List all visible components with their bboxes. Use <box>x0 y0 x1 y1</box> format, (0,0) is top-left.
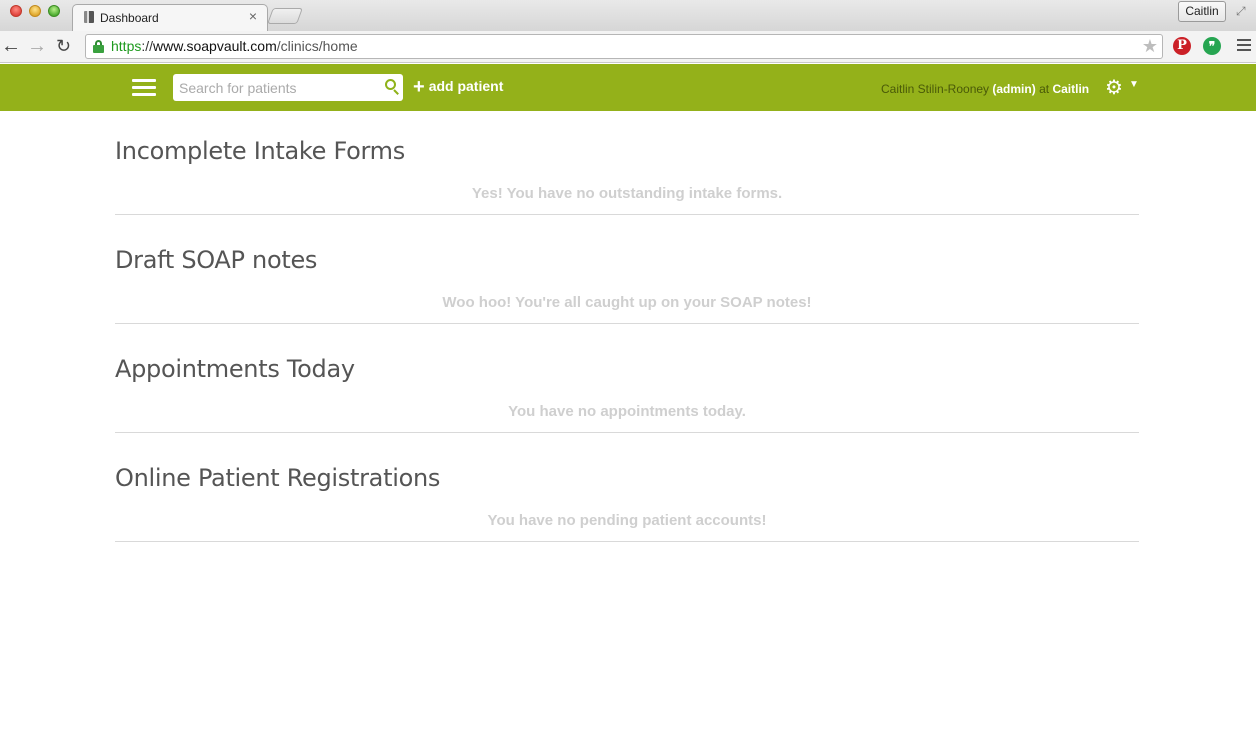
section-title: Draft SOAP notes <box>115 246 318 274</box>
patient-search-input[interactable] <box>173 74 373 101</box>
empty-message: You have no pending patient accounts! <box>487 512 767 529</box>
new-tab-button[interactable] <box>267 8 303 24</box>
back-arrow-icon[interactable]: ← <box>1 34 21 58</box>
empty-message: You have no appointments today. <box>508 403 746 420</box>
hamburger-menu-icon[interactable] <box>132 79 156 97</box>
pinterest-icon[interactable]: P <box>1173 37 1191 55</box>
empty-message: Yes! You have no outstanding intake form… <box>471 185 783 202</box>
url-scheme: https <box>111 38 142 54</box>
window-minimize-button[interactable] <box>29 5 41 17</box>
empty-message: Woo hoo! You're all caught up on your SO… <box>442 294 812 311</box>
section-title: Incomplete Intake Forms <box>115 137 405 165</box>
section-title: Appointments Today <box>115 355 355 383</box>
browser-tab[interactable]: Dashboard × <box>72 4 268 32</box>
bookmark-star-icon[interactable]: ★ <box>1142 36 1158 57</box>
incomplete-intake-forms-section: Incomplete Intake Forms Yes! You have no… <box>115 137 1139 215</box>
forward-arrow-icon[interactable]: → <box>27 34 47 58</box>
url-separator: :// <box>141 38 154 54</box>
window-zoom-button[interactable] <box>48 5 60 17</box>
user-info: Caitlin Stilin-Rooney (admin) at Caitlin <box>881 82 1089 96</box>
url-text[interactable]: https://www.soapvault.com/clinics/home <box>111 38 358 54</box>
plus-icon: + <box>413 76 425 98</box>
clinic-name[interactable]: Caitlin <box>1052 82 1089 96</box>
url-path: /clinics/home <box>276 38 358 54</box>
profile-button[interactable]: Caitlin <box>1178 1 1226 22</box>
user-name[interactable]: Caitlin Stilin-Rooney <box>881 82 989 96</box>
fullscreen-icon[interactable]: ⤢ <box>1236 4 1246 19</box>
tab-title: Dashboard <box>100 11 159 25</box>
site-favicon-icon <box>84 11 94 23</box>
add-patient-label: add patient <box>428 78 504 94</box>
url-host: www.soapvault.com <box>153 38 277 54</box>
user-at-text: at <box>1039 82 1050 96</box>
hangouts-icon[interactable]: ❞ <box>1203 37 1221 55</box>
online-patient-registrations-section: Online Patient Registrations You have no… <box>115 464 1139 542</box>
browser-titlebar: Dashboard × Caitlin ⤢ <box>0 0 1256 32</box>
window-close-button[interactable] <box>10 5 22 17</box>
address-bar[interactable]: https://www.soapvault.com/clinics/home ★ <box>85 34 1163 59</box>
chrome-menu-icon[interactable] <box>1237 39 1251 54</box>
user-role: (admin) <box>992 82 1036 96</box>
appointments-today-section: Appointments Today You have no appointme… <box>115 355 1139 433</box>
lock-icon <box>93 40 104 53</box>
browser-toolbar: ← → ↻ https://www.soapvault.com/clinics/… <box>0 31 1256 63</box>
section-title: Online Patient Registrations <box>115 464 441 492</box>
chevron-down-icon[interactable]: ▼ <box>1129 79 1139 90</box>
add-patient-button[interactable]: + add patient <box>413 76 504 98</box>
gear-icon[interactable]: ⚙ <box>1105 75 1123 100</box>
search-icon[interactable] <box>384 79 400 95</box>
draft-soap-notes-section: Draft SOAP notes Woo hoo! You're all cau… <box>115 246 1139 324</box>
patient-search <box>173 74 403 101</box>
tab-close-icon[interactable]: × <box>249 8 257 24</box>
app-header: +add patient Caitlin Stilin-Rooney (admi… <box>0 64 1256 111</box>
reload-icon[interactable]: ↻ <box>56 34 71 58</box>
